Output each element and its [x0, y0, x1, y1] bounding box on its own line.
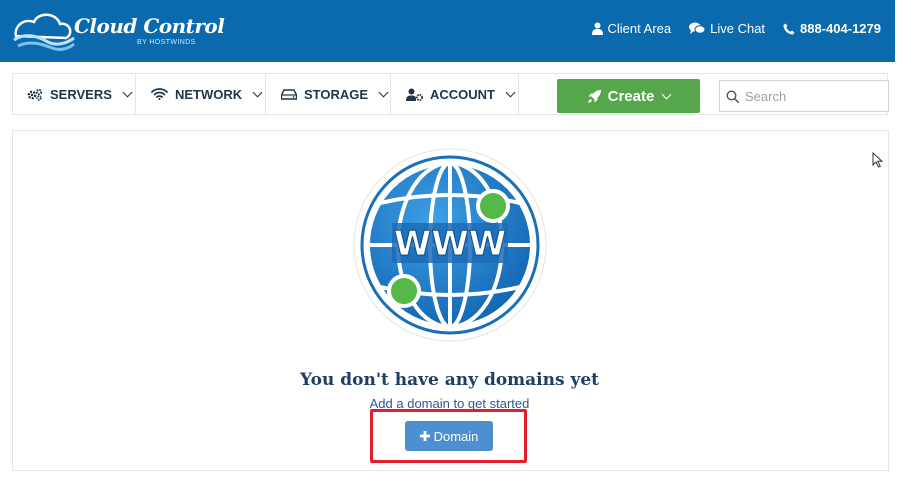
chat-icon: [689, 22, 706, 34]
search-input[interactable]: [745, 88, 875, 104]
create-button-label: Create: [607, 87, 655, 105]
mouse-cursor-icon: [872, 152, 884, 168]
phone-icon: [783, 23, 795, 34]
nav-account[interactable]: ACCOUNT: [406, 74, 516, 114]
search-icon: [726, 89, 739, 103]
add-domain-label: Domain: [433, 428, 479, 444]
chevron-down-icon: [378, 87, 389, 97]
plus-icon: [419, 431, 430, 441]
live-chat-link[interactable]: Live Chat: [689, 21, 765, 36]
user-icon: [591, 22, 603, 35]
hard-drive-icon: [281, 88, 297, 100]
empty-state-subtitle: Add a domain to get started: [369, 396, 530, 411]
cloud-logo-icon: [13, 13, 75, 51]
create-button[interactable]: Create: [557, 79, 700, 113]
nav-storage[interactable]: STORAGE: [281, 74, 389, 114]
logo-title: Cloud Control: [74, 14, 225, 38]
top-links: Client Area Live Chat 888-404-1279: [591, 21, 881, 36]
logo-subtitle: BY HOSTWINDS: [137, 39, 196, 46]
user-cog-icon: [406, 88, 423, 101]
client-area-link[interactable]: Client Area: [591, 21, 672, 36]
phone-link[interactable]: 888-404-1279: [783, 21, 881, 36]
nav-network-label: NETWORK: [175, 86, 243, 102]
nav-divider: [265, 74, 266, 114]
globe-www-text: WWW: [394, 224, 507, 264]
cloud-control-logo[interactable]: Cloud Control BY HOSTWINDS: [12, 6, 225, 56]
chevron-down-icon: [505, 87, 516, 97]
nav-divider: [135, 74, 136, 114]
empty-state-title: You don't have any domains yet: [299, 370, 600, 390]
gears-icon: [27, 88, 43, 101]
top-header: Cloud Control BY HOSTWINDS Client Area L…: [0, 0, 895, 62]
nav-divider: [518, 74, 519, 114]
nav-network[interactable]: NETWORK: [151, 74, 263, 114]
nav-servers[interactable]: SERVERS: [27, 74, 133, 114]
wifi-icon: [151, 88, 168, 100]
chevron-down-icon: [661, 89, 672, 99]
live-chat-label: Live Chat: [710, 21, 766, 36]
client-area-label: Client Area: [607, 21, 672, 36]
nav-divider: [390, 74, 391, 114]
nav-storage-label: STORAGE: [304, 86, 369, 102]
nav-servers-label: SERVERS: [50, 86, 112, 102]
chevron-down-icon: [252, 87, 263, 97]
rocket-icon: [587, 89, 601, 103]
phone-number: 888-404-1279: [800, 21, 881, 36]
chevron-down-icon: [122, 87, 133, 97]
add-domain-button[interactable]: Domain: [405, 421, 493, 451]
www-globe-icon: WWW: [353, 148, 547, 342]
main-nav: SERVERS NETWORK STORAGE ACCOUNT Create S…: [12, 73, 889, 115]
nav-account-label: ACCOUNT: [430, 86, 495, 102]
search-box: [719, 80, 889, 112]
